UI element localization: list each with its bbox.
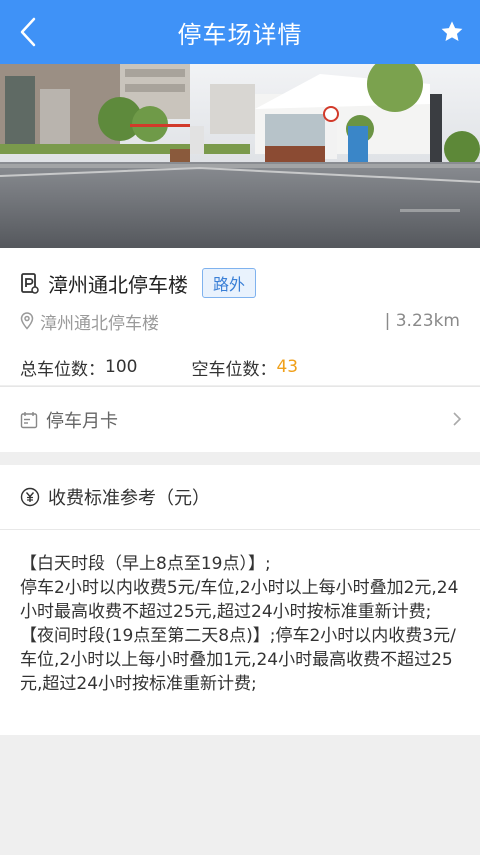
lot-type-badge: 路外 [202, 268, 257, 298]
total-spaces-value: 100 [105, 357, 138, 377]
lot-info-card: 漳州通北停车楼 路外 漳州通北停车楼 | 3.23km 总车位数： 100 空车… [0, 248, 480, 385]
top-bar: 停车场详情 [0, 0, 480, 64]
space-counts: 总车位数： 100 空车位数： 43 [20, 354, 298, 380]
back-button[interactable] [10, 12, 46, 52]
favorite-button[interactable] [432, 12, 472, 52]
star-icon [441, 21, 463, 41]
parking-lot-photo [0, 64, 480, 248]
fee-description: 【白天时段（早上8点至19点）】; 停车2小时以内收费5元/车位,2小时以上每小… [20, 554, 459, 694]
lot-address: 漳州通北停车楼 [40, 313, 159, 334]
location-pin-icon [20, 312, 34, 330]
total-spaces-label: 总车位数： [20, 359, 105, 380]
monthly-card-label: 停车月卡 [46, 410, 118, 432]
chevron-left-icon [20, 17, 36, 47]
calendar-icon [20, 411, 38, 428]
yuan-icon [20, 487, 40, 507]
fee-heading: 收费标准参考（元） [48, 488, 210, 509]
lot-distance: | 3.23km [384, 311, 460, 331]
lot-name: 漳州通北停车楼 [48, 272, 188, 297]
chevron-right-icon [453, 412, 462, 426]
free-spaces-value: 43 [276, 357, 299, 377]
fee-header: 收费标准参考（元） [0, 465, 480, 530]
page-title: 停车场详情 [177, 20, 303, 49]
address-row: 漳州通北停车楼 | 3.23km [20, 308, 460, 334]
monthly-card-row[interactable]: 停车月卡 [0, 386, 480, 452]
parking-icon [21, 273, 39, 294]
lot-name-row: 漳州通北停车楼 路外 [20, 268, 257, 298]
free-spaces-label: 空车位数： [191, 359, 277, 380]
fee-section: 收费标准参考（元） 【白天时段（早上8点至19点）】; 停车2小时以内收费5元/… [0, 465, 480, 735]
